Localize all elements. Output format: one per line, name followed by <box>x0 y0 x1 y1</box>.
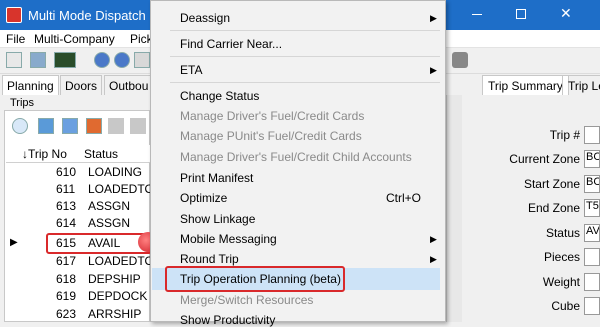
field-label: Trip # <box>549 128 580 142</box>
end-zone-field[interactable]: T5 <box>584 199 600 217</box>
trip-number-field[interactable] <box>584 126 600 144</box>
menu-item-print-manifest[interactable]: Print Manifest <box>180 171 253 185</box>
weight-field[interactable] <box>584 273 600 291</box>
info-icon[interactable] <box>114 52 130 68</box>
menu-item-optimize[interactable]: Optimize <box>180 191 227 205</box>
menu-shortcut: Ctrl+O <box>386 191 422 205</box>
help-icon[interactable] <box>94 52 110 68</box>
maximize-icon[interactable] <box>516 9 526 19</box>
refresh-icon[interactable] <box>12 118 28 134</box>
menu-item-callout <box>165 266 345 292</box>
app-icon <box>6 7 22 23</box>
tab-trip-summary[interactable]: Trip Summary <box>482 75 569 95</box>
submenu-arrow-icon: ▶ <box>430 13 437 23</box>
cube-field[interactable] <box>584 297 600 315</box>
submenu-arrow-icon: ▶ <box>430 234 437 244</box>
table-row[interactable]: 619 DEPDOCK <box>6 287 152 305</box>
grid-alt-icon[interactable] <box>62 118 78 134</box>
menu-item-show-linkage[interactable]: Show Linkage <box>180 212 255 226</box>
lock-icon[interactable] <box>452 52 468 68</box>
submenu-arrow-icon: ▶ <box>430 65 437 75</box>
pieces-field[interactable] <box>584 248 600 266</box>
grid-color-icon[interactable] <box>86 118 102 134</box>
current-zone-field[interactable]: BC <box>584 150 600 168</box>
table-row[interactable]: 618 DEPSHIP <box>6 270 152 288</box>
menu-item-find-carrier[interactable]: Find Carrier Near... <box>180 37 282 51</box>
menu-item-driver-fuel-cards[interactable]: Manage Driver's Fuel/Credit Cards <box>180 109 364 123</box>
status-field[interactable]: AV <box>584 224 600 242</box>
table-row[interactable]: 617 LOADEDTO <box>6 252 154 270</box>
tab-outbound[interactable]: Outbou <box>104 75 154 95</box>
close-icon[interactable]: ✕ <box>560 5 572 22</box>
col-trip-no[interactable]: ↓Trip No <box>22 147 67 161</box>
menu-separator <box>170 82 440 83</box>
trips-label: Trips <box>10 97 35 109</box>
minimize-icon[interactable] <box>472 14 482 15</box>
selected-row-highlight <box>46 233 152 254</box>
field-label: End Zone <box>527 201 580 215</box>
filter-clear-icon[interactable] <box>130 118 146 134</box>
toolbar-monitor-icon[interactable] <box>54 52 76 68</box>
toolbar-list-icon[interactable] <box>30 52 46 68</box>
menu-separator <box>170 30 440 31</box>
tab-planning[interactable]: Planning <box>2 75 59 95</box>
submenu-arrow-icon: ▶ <box>430 254 437 264</box>
table-row[interactable]: 611 LOADEDTO <box>6 180 154 198</box>
menu-item-deassign[interactable]: Deassign <box>180 11 230 25</box>
filter-icon[interactable] <box>108 118 124 134</box>
main-tabs: Planning Doors Outbou <box>0 75 154 95</box>
window-title: Multi Mode Dispatch @ <box>28 8 163 23</box>
menu-item-mobile-messaging[interactable]: Mobile Messaging <box>180 232 277 246</box>
menu-item-punit-fuel-cards[interactable]: Manage PUnit's Fuel/Credit Cards <box>180 129 362 143</box>
menu-item-show-productivity[interactable]: Show Productivity <box>180 313 275 327</box>
field-label: Weight <box>542 275 580 289</box>
field-label: Status <box>545 226 580 240</box>
trips-grid-header: ↓Trip No Status <box>6 145 152 163</box>
toolbar-tool-icon[interactable] <box>134 52 150 68</box>
col-status[interactable]: Status <box>84 147 118 161</box>
scrollbar[interactable] <box>446 95 462 322</box>
menu-separator <box>170 56 440 57</box>
menu-item-driver-child-accounts[interactable]: Manage Driver's Fuel/Credit Child Accoun… <box>180 150 412 164</box>
field-label: Current Zone <box>509 152 580 166</box>
field-label: Start Zone <box>523 177 580 191</box>
field-label: Pieces <box>543 250 580 264</box>
menu-file[interactable]: File <box>6 32 25 46</box>
start-zone-field[interactable]: BC <box>584 175 600 193</box>
menu-item-round-trip[interactable]: Round Trip <box>180 252 239 266</box>
tab-trip-legs[interactable]: Trip Le <box>562 75 600 95</box>
table-row[interactable]: 614 ASSGN <box>6 214 152 232</box>
table-row[interactable]: 613 ASSGN <box>6 197 152 215</box>
row-pointer-icon: ▶ <box>10 237 18 248</box>
field-label: Cube <box>551 299 580 313</box>
menu-item-merge-switch[interactable]: Merge/Switch Resources <box>180 293 313 307</box>
table-row[interactable]: 623 ARRSHIP <box>6 305 152 323</box>
menu-multi-company[interactable]: Multi-Company <box>34 32 115 46</box>
grid-icon[interactable] <box>38 118 54 134</box>
menu-item-change-status[interactable]: Change Status <box>180 89 259 103</box>
table-row[interactable]: 610 LOADING <box>6 163 152 181</box>
toolbar-doc-icon[interactable] <box>6 52 22 68</box>
menu-item-eta[interactable]: ETA <box>180 63 202 77</box>
tab-doors[interactable]: Doors <box>60 75 103 95</box>
